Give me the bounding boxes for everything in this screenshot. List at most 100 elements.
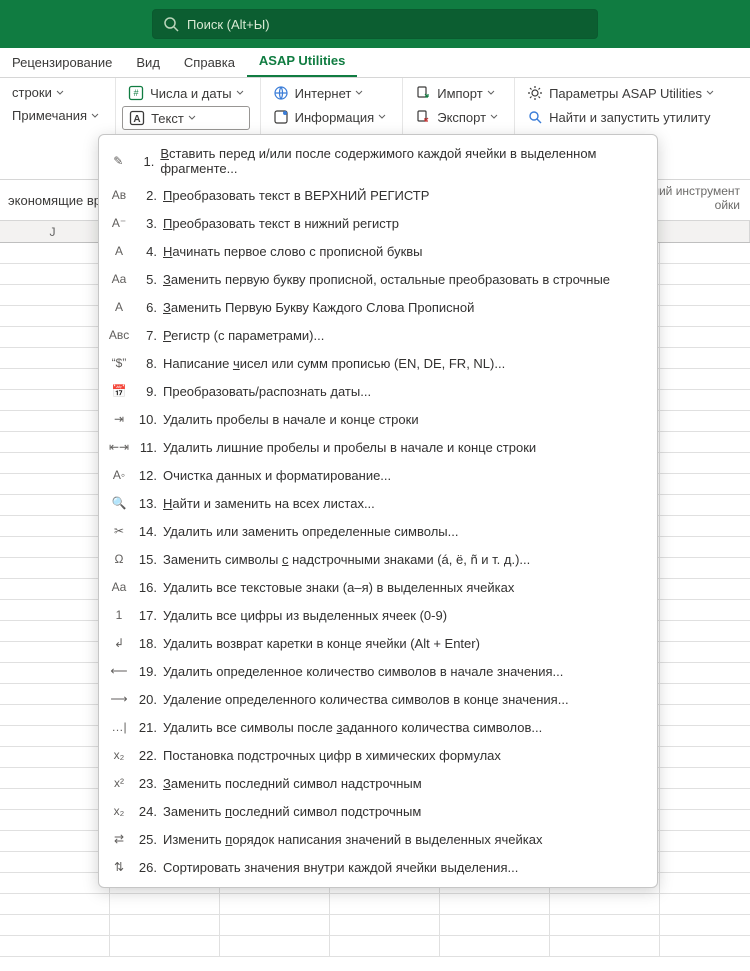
cell[interactable] — [660, 285, 750, 305]
cell[interactable] — [660, 810, 750, 830]
cell[interactable] — [660, 726, 750, 746]
cell[interactable] — [0, 390, 110, 410]
menu-item-25[interactable]: ⇄25.Изменить порядок написания значений … — [99, 825, 657, 853]
information-button[interactable]: Информация — [267, 106, 393, 128]
cell[interactable] — [0, 264, 110, 284]
cell[interactable] — [660, 705, 750, 725]
cell[interactable] — [0, 495, 110, 515]
menu-item-1[interactable]: ✎1.Вставить перед и/или после содержимог… — [99, 141, 657, 181]
cell[interactable] — [330, 936, 440, 956]
cell[interactable] — [440, 915, 550, 935]
cell[interactable] — [0, 705, 110, 725]
cell[interactable] — [660, 516, 750, 536]
menu-item-9[interactable]: 📅9.Преобразовать/распознать даты... — [99, 377, 657, 405]
cell[interactable] — [0, 894, 110, 914]
menu-item-19[interactable]: ⟵19.Удалить определенное количество симв… — [99, 657, 657, 685]
cell[interactable] — [550, 915, 660, 935]
cell[interactable] — [660, 411, 750, 431]
cell[interactable] — [220, 915, 330, 935]
cell[interactable] — [0, 810, 110, 830]
cell[interactable] — [0, 915, 110, 935]
tab-review[interactable]: Рецензирование — [0, 49, 124, 77]
cell[interactable] — [660, 243, 750, 263]
cell[interactable] — [110, 894, 220, 914]
cell[interactable] — [660, 789, 750, 809]
menu-item-12[interactable]: A◦12.Очистка данных и форматирование... — [99, 461, 657, 489]
cell[interactable] — [660, 768, 750, 788]
menu-item-10[interactable]: ⇥10.Удалить пробелы в начале и конце стр… — [99, 405, 657, 433]
numbers-dates-button[interactable]: # Числа и даты — [122, 82, 250, 104]
cell[interactable] — [110, 936, 220, 956]
cell[interactable] — [0, 348, 110, 368]
menu-item-11[interactable]: ⇤⇥11.Удалить лишние пробелы и пробелы в … — [99, 433, 657, 461]
cell[interactable] — [440, 894, 550, 914]
menu-item-22[interactable]: x₂22.Постановка подстрочных цифр в химич… — [99, 741, 657, 769]
menu-item-18[interactable]: ↲18.Удалить возврат каретки в конце ячей… — [99, 629, 657, 657]
cell[interactable] — [0, 579, 110, 599]
cell[interactable] — [660, 327, 750, 347]
cell[interactable] — [660, 852, 750, 872]
tab-view[interactable]: Вид — [124, 49, 172, 77]
menu-item-16[interactable]: Aa16.Удалить все текстовые знаки (а–я) в… — [99, 573, 657, 601]
search-box[interactable]: Поиск (Alt+Ы) — [152, 9, 598, 39]
cell[interactable] — [660, 432, 750, 452]
cell[interactable] — [660, 348, 750, 368]
cell[interactable] — [0, 558, 110, 578]
cell[interactable] — [0, 621, 110, 641]
cell[interactable] — [660, 936, 750, 956]
cell[interactable] — [0, 453, 110, 473]
notes-button[interactable]: Примечания — [6, 105, 105, 126]
cell[interactable] — [660, 558, 750, 578]
cell[interactable] — [0, 327, 110, 347]
cell[interactable] — [660, 663, 750, 683]
internet-button[interactable]: Интернет — [267, 82, 393, 104]
cell[interactable] — [0, 432, 110, 452]
cell[interactable] — [660, 495, 750, 515]
cell[interactable] — [0, 873, 110, 893]
cell[interactable] — [0, 411, 110, 431]
menu-item-21[interactable]: …|21.Удалить все символы после заданного… — [99, 713, 657, 741]
cell[interactable] — [660, 579, 750, 599]
cell[interactable] — [660, 369, 750, 389]
cell[interactable] — [660, 873, 750, 893]
cell[interactable] — [0, 537, 110, 557]
cell[interactable] — [0, 852, 110, 872]
menu-item-15[interactable]: Ω15.Заменить символы с надстрочными знак… — [99, 545, 657, 573]
tab-asap-utilities[interactable]: ASAP Utilities — [247, 47, 357, 77]
cell[interactable] — [660, 474, 750, 494]
cell[interactable] — [330, 915, 440, 935]
cell[interactable] — [330, 894, 440, 914]
menu-item-20[interactable]: ⟶20.Удаление определенного количества си… — [99, 685, 657, 713]
cell[interactable] — [660, 264, 750, 284]
menu-item-23[interactable]: x²23.Заменить последний символ надстрочн… — [99, 769, 657, 797]
cell[interactable] — [220, 894, 330, 914]
text-button[interactable]: A Текст — [122, 106, 250, 130]
cell[interactable] — [0, 831, 110, 851]
cell[interactable] — [0, 936, 110, 956]
menu-item-26[interactable]: ⇅26.Сортировать значения внутри каждой я… — [99, 853, 657, 881]
asap-params-button[interactable]: Параметры ASAP Utilities — [521, 82, 720, 104]
export-button[interactable]: Экспорт — [409, 106, 504, 128]
cell[interactable] — [0, 285, 110, 305]
cell[interactable] — [0, 768, 110, 788]
cell[interactable] — [550, 936, 660, 956]
cell[interactable] — [0, 747, 110, 767]
cell[interactable] — [660, 621, 750, 641]
menu-item-5[interactable]: Aa5.Заменить первую букву прописной, ост… — [99, 265, 657, 293]
cell[interactable] — [660, 453, 750, 473]
cell[interactable] — [550, 894, 660, 914]
cell[interactable] — [0, 642, 110, 662]
cell[interactable] — [0, 789, 110, 809]
cell[interactable] — [660, 537, 750, 557]
cell[interactable] — [660, 390, 750, 410]
menu-item-17[interactable]: 117.Удалить все цифры из выделенных ячее… — [99, 601, 657, 629]
cell[interactable] — [0, 369, 110, 389]
cell[interactable] — [0, 600, 110, 620]
menu-item-14[interactable]: ✂14.Удалить или заменить определенные си… — [99, 517, 657, 545]
cell[interactable] — [0, 684, 110, 704]
cell[interactable] — [110, 915, 220, 935]
menu-item-13[interactable]: 🔍13.Найти и заменить на всех листах... — [99, 489, 657, 517]
import-button[interactable]: Импорт — [409, 82, 504, 104]
rows-button[interactable]: строки — [6, 82, 105, 103]
col-header-j[interactable]: J — [0, 221, 106, 242]
